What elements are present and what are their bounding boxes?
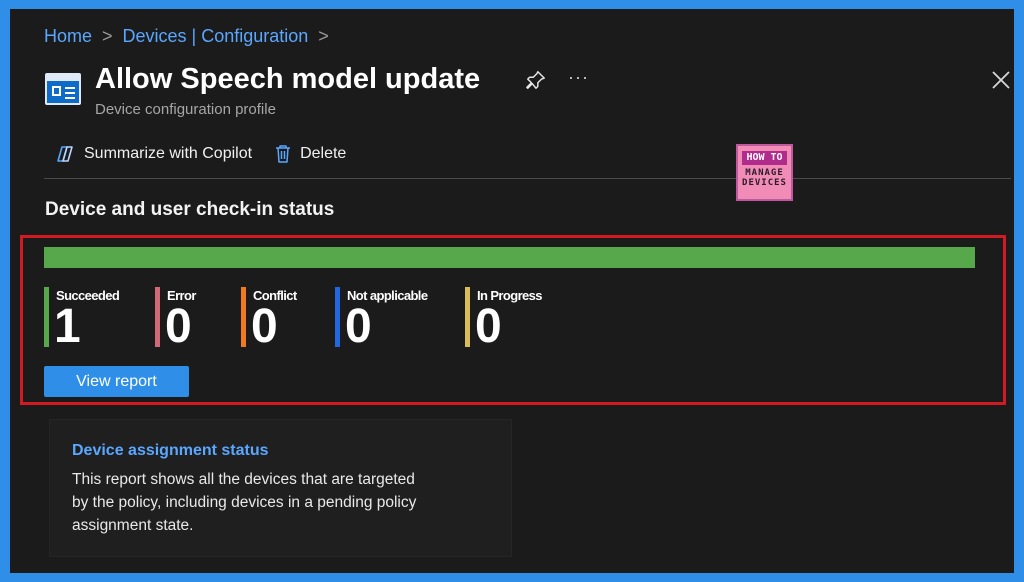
stat-accent-bar	[241, 287, 246, 347]
app-frame: Home > Devices | Configuration > Allow S…	[10, 9, 1014, 573]
stat-value: 0	[251, 300, 278, 353]
breadcrumb: Home > Devices | Configuration >	[44, 26, 329, 47]
stat-value: 1	[54, 300, 81, 353]
copilot-label: Summarize with Copilot	[84, 145, 253, 162]
stat-value: 0	[475, 300, 502, 353]
command-bar: Summarize with Copilot Delete	[54, 144, 346, 164]
checkin-progress-bar	[44, 247, 975, 268]
stat-value: 0	[345, 300, 372, 353]
stat-accent-bar	[335, 287, 340, 347]
device-assignment-status-link[interactable]: Device assignment status	[72, 442, 269, 460]
device-assignment-card: Device assignment status This report sho…	[50, 420, 511, 556]
stat-accent-bar	[44, 287, 49, 347]
page-subtitle: Device configuration profile	[95, 101, 276, 118]
how-to-manage-devices-logo: HOW TO MANAGE DEVICES	[736, 144, 793, 201]
configuration-profile-icon	[45, 73, 81, 105]
stat-value: 0	[165, 300, 192, 353]
stat-accent-bar	[465, 287, 470, 347]
header-divider	[44, 178, 1011, 179]
progress-fill-succeeded	[44, 247, 975, 268]
breadcrumb-home[interactable]: Home	[44, 26, 92, 47]
stat-accent-bar	[155, 287, 160, 347]
pin-icon[interactable]	[525, 69, 547, 91]
chevron-right-icon: >	[318, 26, 329, 46]
page-title: Allow Speech model update	[95, 63, 481, 95]
delete-button[interactable]: Delete	[274, 144, 346, 164]
copilot-icon	[57, 146, 73, 162]
delete-label: Delete	[300, 145, 347, 162]
summarize-with-copilot-button[interactable]: Summarize with Copilot	[54, 144, 252, 164]
trash-icon	[276, 145, 291, 163]
view-report-button[interactable]: View report	[44, 366, 189, 397]
breadcrumb-devices-configuration[interactable]: Devices | Configuration	[123, 26, 309, 47]
chevron-right-icon: >	[102, 26, 113, 46]
close-icon[interactable]	[990, 69, 1012, 91]
device-assignment-description: This report shows all the devices that a…	[72, 471, 417, 534]
more-options-icon[interactable]: ···	[568, 67, 589, 88]
checkin-status-title: Device and user check-in status	[45, 199, 335, 220]
